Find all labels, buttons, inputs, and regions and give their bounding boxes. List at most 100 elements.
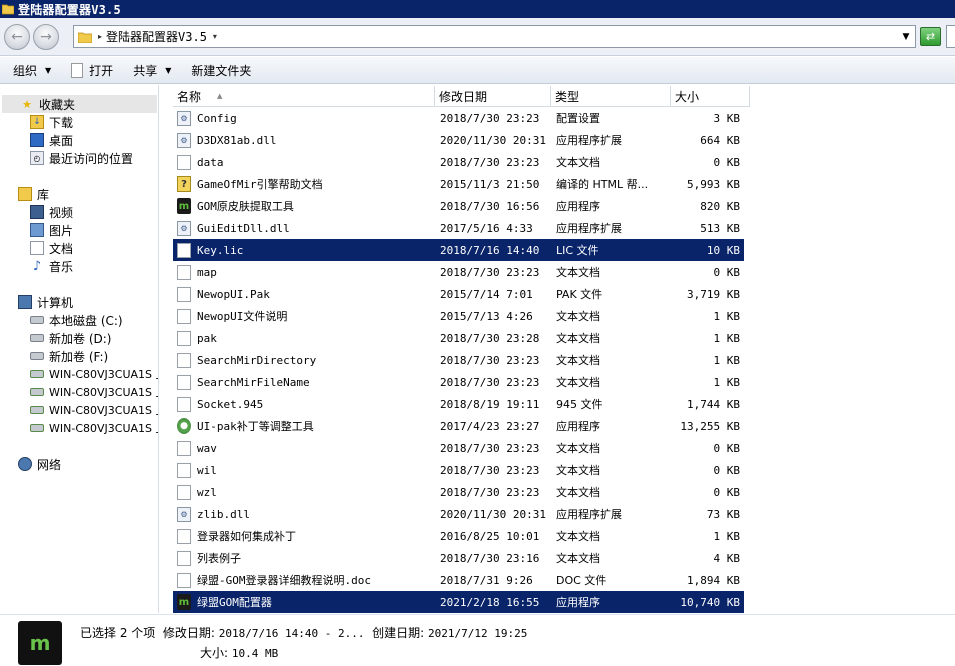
file-date: 2018/7/30 23:23	[440, 441, 540, 455]
file-row[interactable]: 绿盟-GOM登录器详细教程说明.doc 2018/7/31 9:26 DOC 文件 1…	[173, 569, 744, 591]
created-value: 2021/7/12 19:25	[428, 627, 528, 640]
file-row[interactable]: 登录器如何集成补丁 2016/8/25 10:01 文本文档 1 KB	[173, 525, 744, 547]
file-row[interactable]: m GOM原皮肤提取工具 2018/7/30 16:56 应用程序 820 KB	[173, 195, 744, 217]
file-name-cell[interactable]: Key.lic	[173, 242, 435, 258]
nav-network-drive-4[interactable]: WIN-C80VJ3CUA1S 上	[30, 419, 158, 437]
file-name-cell[interactable]: 绿盟-GOM登录器详细教程说明.doc	[173, 572, 435, 588]
nav-computer[interactable]: 计算机	[18, 293, 73, 311]
file-name: 列表例子	[197, 552, 241, 565]
file-name-cell[interactable]: wil	[173, 462, 435, 478]
search-input[interactable]	[946, 25, 955, 48]
file-row[interactable]: m 绿盟GOM配置器 2021/2/18 16:55 应用程序 10,740 KB	[173, 591, 744, 613]
nav-network-drive-2[interactable]: WIN-C80VJ3CUA1S 上	[30, 383, 158, 401]
sort-ascending-icon: ▲	[217, 92, 223, 100]
breadcrumb-current[interactable]: 登陆器配置器V3.5	[106, 28, 207, 45]
file-row[interactable]: ⚙ GuiEditDll.dll 2017/5/16 4:33 应用程序扩展 513 K…	[173, 217, 744, 239]
file-name-cell[interactable]: wav	[173, 440, 435, 456]
column-header-date-label: 修改日期	[439, 90, 488, 104]
file-name-cell[interactable]: NewopUI.Pak	[173, 286, 435, 302]
file-row[interactable]: ⚙ D3DX81ab.dll 2020/11/30 20:31 应用程序扩展 664 K…	[173, 129, 744, 151]
file-row[interactable]: wil 2018/7/30 23:23 文本文档 0 KB	[173, 459, 744, 481]
nav-drive-c-label: 本地磁盘 (C:)	[49, 313, 123, 328]
file-row[interactable]: wav 2018/7/30 23:23 文本文档 0 KB	[173, 437, 744, 459]
column-header-size[interactable]: 大小	[671, 86, 750, 107]
file-name-cell[interactable]: map	[173, 264, 435, 280]
share-button[interactable]: 共享 ▼	[133, 62, 171, 79]
file-type: 文本文档	[556, 552, 600, 565]
nav-drive-c[interactable]: 本地磁盘 (C:)	[30, 311, 123, 329]
file-row[interactable]: Key.lic 2018/7/16 14:40 LIC 文件 10 KB	[173, 239, 744, 261]
file-name-cell[interactable]: Socket.945	[173, 396, 435, 412]
file-row[interactable]: NewopUI.Pak 2015/7/14 7:01 PAK 文件 3,719 KB	[173, 283, 744, 305]
file-row[interactable]: 列表例子 2018/7/30 23:16 文本文档 4 KB	[173, 547, 744, 569]
chevron-down-icon: ▼	[45, 65, 52, 75]
refresh-button[interactable]: ⇄	[920, 27, 941, 46]
nav-downloads[interactable]: ↓ 下载	[30, 113, 73, 131]
back-button[interactable]: ←	[4, 24, 30, 50]
file-name-cell[interactable]: ⚙ D3DX81ab.dll	[173, 132, 435, 148]
file-row[interactable]: ? GameOfMir引擎帮助文档 2015/11/3 21:50 编译的 HTML …	[173, 173, 744, 195]
file-name-cell[interactable]: ● UI-pak补丁等调整工具	[173, 418, 435, 434]
file-name-cell[interactable]: data	[173, 154, 435, 170]
file-name-cell[interactable]: ⚙ Config	[173, 110, 435, 126]
nav-network-drive-1[interactable]: WIN-C80VJ3CUA1S 上	[30, 365, 158, 383]
file-name: 绿盟-GOM登录器详细教程说明.doc	[197, 574, 371, 587]
new-folder-button[interactable]: 新建文件夹	[191, 62, 251, 79]
file-name-cell[interactable]: m 绿盟GOM配置器	[173, 594, 435, 610]
file-name-cell[interactable]: ⚙ GuiEditDll.dll	[173, 220, 435, 236]
file-row[interactable]: SearchMirFileName 2018/7/30 23:23 文本文档 1 KB	[173, 371, 744, 393]
file-size: 3,719 KB	[687, 287, 740, 301]
file-name: wzl	[197, 485, 217, 499]
open-button[interactable]: 打开	[71, 62, 113, 79]
column-header-date[interactable]: 修改日期	[435, 86, 551, 107]
nav-network[interactable]: 网络	[18, 455, 61, 473]
nav-favorites[interactable]: ★ 收藏夹	[2, 95, 157, 113]
nav-drive-f[interactable]: 新加卷 (F:)	[30, 347, 108, 365]
file-name-cell[interactable]: pak	[173, 330, 435, 346]
file-row[interactable]: NewopUI文件说明 2015/7/13 4:26 文本文档 1 KB	[173, 305, 744, 327]
file-row[interactable]: ⚙ zlib.dll 2020/11/30 20:31 应用程序扩展 73 KB	[173, 503, 744, 525]
file-type: 文本文档	[556, 376, 600, 389]
file-name-cell[interactable]: ? GameOfMir引擎帮助文档	[173, 176, 435, 192]
file-name-cell[interactable]: SearchMirDirectory	[173, 352, 435, 368]
nav-libraries[interactable]: 库	[18, 185, 49, 203]
organize-button[interactable]: 组织 ▼	[13, 62, 51, 79]
chevron-down-icon[interactable]: ▾	[213, 32, 217, 41]
breadcrumb-separator-icon[interactable]: ▸	[98, 32, 102, 41]
file-name-cell[interactable]: 列表例子	[173, 550, 435, 566]
file-name-cell[interactable]: wzl	[173, 484, 435, 500]
nav-network-drive-3[interactable]: WIN-C80VJ3CUA1S 上	[30, 401, 158, 419]
text-file-icon	[177, 440, 191, 456]
forward-button[interactable]: →	[33, 24, 59, 50]
file-type: 应用程序	[556, 596, 600, 609]
file-name-cell[interactable]: 登录器如何集成补丁	[173, 528, 435, 544]
nav-drive-d[interactable]: 新加卷 (D:)	[30, 329, 111, 347]
file-row[interactable]: pak 2018/7/30 23:28 文本文档 1 KB	[173, 327, 744, 349]
column-header-name[interactable]: 名称 ▲	[173, 86, 435, 107]
file-row[interactable]: map 2018/7/30 23:23 文本文档 0 KB	[173, 261, 744, 283]
file-row[interactable]: Socket.945 2018/8/19 19:11 945 文件 1,744 KB	[173, 393, 744, 415]
file-row[interactable]: wzl 2018/7/30 23:23 文本文档 0 KB	[173, 481, 744, 503]
file-type: 文本文档	[556, 464, 600, 477]
nav-music[interactable]: ♪ 音乐	[30, 257, 73, 275]
file-row[interactable]: data 2018/7/30 23:23 文本文档 0 KB	[173, 151, 744, 173]
nav-recent[interactable]: ◴ 最近访问的位置	[30, 149, 133, 167]
nav-pictures[interactable]: 图片	[30, 221, 73, 239]
column-header-type[interactable]: 类型	[551, 86, 671, 107]
nav-documents[interactable]: 文档	[30, 239, 73, 257]
address-input[interactable]: ▸ 登陆器配置器V3.5 ▾	[73, 25, 916, 48]
file-name: GameOfMir引擎帮助文档	[197, 178, 323, 191]
file-name-cell[interactable]: SearchMirFileName	[173, 374, 435, 390]
address-history-dropdown[interactable]: ▼	[896, 25, 916, 48]
file-row[interactable]: SearchMirDirectory 2018/7/30 23:23 文本文档 1 K…	[173, 349, 744, 371]
file-size: 513 KB	[700, 221, 740, 235]
file-date: 2018/7/30 23:23	[440, 485, 540, 499]
nav-videos[interactable]: 视频	[30, 203, 73, 221]
file-row[interactable]: ● UI-pak补丁等调整工具 2017/4/23 23:27 应用程序 13,255 …	[173, 415, 744, 437]
open-label: 打开	[89, 63, 114, 78]
file-name-cell[interactable]: ⚙ zlib.dll	[173, 506, 435, 522]
nav-desktop[interactable]: 桌面	[30, 131, 73, 149]
file-name-cell[interactable]: NewopUI文件说明	[173, 308, 435, 324]
file-row[interactable]: ⚙ Config 2018/7/30 23:23 配置设置 3 KB	[173, 107, 744, 129]
file-name-cell[interactable]: m GOM原皮肤提取工具	[173, 198, 435, 214]
